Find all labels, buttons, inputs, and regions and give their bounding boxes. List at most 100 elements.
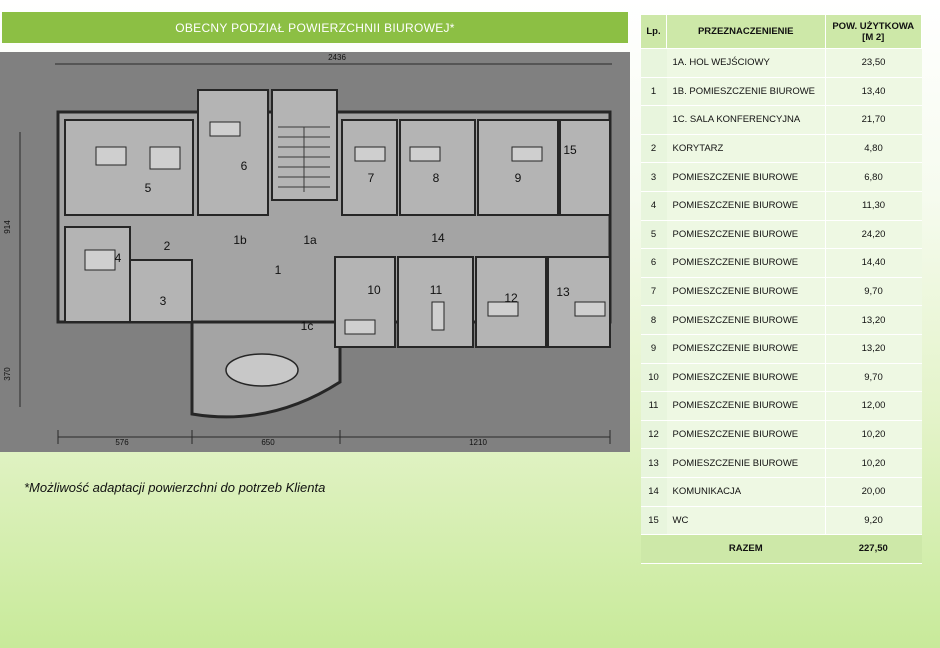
row-area: 14,40 (824, 248, 922, 278)
row-lp (640, 48, 667, 78)
row-lp: 8 (640, 305, 667, 335)
table-row: 1A. HOL WEJŚCIOWY 23,50 (640, 48, 922, 78)
table-row: 7 POMIESZCZENIE BIUROWE 9,70 (640, 276, 922, 307)
row-name: POMIESZCZENIE BIUROWE (666, 362, 825, 393)
room-label-2: 2 (164, 239, 171, 253)
conference-table (225, 353, 299, 387)
room-label-1b: 1b (233, 233, 247, 247)
table-row: 1C. SALA KONFERENCYJNA 21,70 (640, 105, 922, 135)
table-row: 14 KOMUNIKACJA 20,00 (640, 476, 922, 507)
floor-plan-drawing: 1 1a 1b 1c 2 3 4 5 6 7 8 9 10 11 12 13 1… (3, 53, 612, 447)
table-row: 13 POMIESZCZENIE BIUROWE 10,20 (640, 448, 922, 478)
row-area: 6,80 (824, 162, 922, 192)
row-area: 24,20 (824, 219, 922, 250)
row-area: 9,70 (824, 276, 922, 307)
table-row: 9 POMIESZCZENIE BIUROWE 13,20 (640, 333, 922, 364)
row-area: 20,00 (824, 476, 922, 507)
room-8 (399, 119, 476, 216)
plan-title: OBECNY PODZIAŁ POWIERZCHNII BIUROWEJ* (2, 12, 628, 43)
room-label-6: 6 (241, 159, 248, 173)
floor-plan: 1 1a 1b 1c 2 3 4 5 6 7 8 9 10 11 12 13 1… (0, 52, 630, 452)
room-label-10: 10 (367, 283, 381, 297)
row-lp: 1 (640, 76, 667, 107)
dimension-bottom-c: 1210 (469, 438, 487, 447)
row-name: 1A. HOL WEJŚCIOWY (666, 48, 825, 78)
header-area: POW. UŻYTKOWA [M 2] (824, 14, 922, 49)
row-lp: 5 (640, 219, 667, 250)
room-label-4: 4 (115, 251, 122, 265)
table-row: 4 POMIESZCZENIE BIUROWE 11,30 (640, 190, 922, 221)
dimension-left-lower: 370 (3, 367, 12, 381)
room-label-11: 11 (430, 283, 443, 297)
room-label-5: 5 (145, 181, 152, 195)
room-label-1: 1 (275, 263, 282, 277)
total-spacer (640, 534, 667, 564)
row-lp: 6 (640, 248, 667, 278)
room-label-15: 15 (563, 143, 577, 157)
row-area: 23,50 (824, 48, 922, 78)
row-name: POMIESZCZENIE BIUROWE (666, 248, 825, 278)
row-lp: 13 (640, 448, 667, 478)
footnote: *Możliwość adaptacji powierzchni do potr… (24, 480, 326, 495)
room-label-9: 9 (515, 171, 522, 185)
room-3 (129, 259, 193, 323)
room-label-1a: 1a (303, 233, 317, 247)
dimension-top: 2436 (328, 53, 346, 62)
row-name: POMIESZCZENIE BIUROWE (666, 162, 825, 192)
room-label-12: 12 (504, 291, 518, 305)
table-row: 3 POMIESZCZENIE BIUROWE 6,80 (640, 162, 922, 192)
total-area: 227,50 (825, 534, 922, 564)
row-lp: 7 (640, 276, 667, 307)
dimension-left-upper: 914 (3, 220, 12, 234)
row-area: 10,20 (824, 419, 922, 450)
table-row: 5 POMIESZCZENIE BIUROWE 24,20 (640, 219, 922, 250)
row-lp: 14 (640, 476, 667, 507)
row-area: 21,70 (824, 105, 922, 135)
row-name: POMIESZCZENIE BIUROWE (666, 391, 825, 421)
table-row: 11 POMIESZCZENIE BIUROWE 12,00 (640, 391, 922, 421)
row-lp: 15 (640, 505, 667, 536)
table-row: 1 1B. POMIESZCZENIE BIUROWE 13,40 (640, 76, 922, 107)
dimension-bottom-b: 650 (261, 438, 275, 447)
room-label-7: 7 (368, 171, 375, 185)
row-lp: 12 (640, 419, 667, 450)
room-label-14: 14 (431, 231, 445, 245)
total-label: RAZEM (666, 534, 825, 564)
row-lp (640, 105, 667, 135)
row-name: KOMUNIKACJA (666, 476, 825, 507)
row-area: 4,80 (824, 133, 922, 164)
row-area: 9,20 (824, 505, 922, 536)
header-lp: Lp. (640, 14, 667, 49)
row-name: POMIESZCZENIE BIUROWE (666, 219, 825, 250)
row-name: KORYTARZ (666, 133, 825, 164)
row-area: 13,20 (824, 305, 922, 335)
row-lp: 3 (640, 162, 667, 192)
table-row: 8 POMIESZCZENIE BIUROWE 13,20 (640, 305, 922, 335)
row-lp: 2 (640, 133, 667, 164)
row-name: POMIESZCZENIE BIUROWE (666, 333, 825, 364)
room-6 (197, 89, 269, 216)
row-name: POMIESZCZENIE BIUROWE (666, 276, 825, 307)
table-header-row: Lp. PRZEZNACZENIENIE POW. UŻYTKOWA [M 2] (640, 14, 922, 49)
row-area: 13,20 (824, 333, 922, 364)
room-label-3: 3 (160, 294, 167, 308)
room-7 (341, 119, 398, 216)
row-name: POMIESZCZENIE BIUROWE (666, 190, 825, 221)
table-row: 2 KORYTARZ 4,80 (640, 133, 922, 164)
room-label-1c: 1c (301, 319, 314, 333)
table-row: 6 POMIESZCZENIE BIUROWE 14,40 (640, 248, 922, 278)
table-row: 10 POMIESZCZENIE BIUROWE 9,70 (640, 362, 922, 393)
row-area: 10,20 (824, 448, 922, 478)
row-name: 1C. SALA KONFERENCYJNA (666, 105, 825, 135)
row-lp: 9 (640, 333, 667, 364)
room-15 (559, 119, 611, 216)
row-area: 13,40 (824, 76, 922, 107)
row-name: WC (666, 505, 825, 536)
row-lp: 11 (640, 391, 667, 421)
row-name: POMIESZCZENIE BIUROWE (666, 305, 825, 335)
row-area: 11,30 (824, 190, 922, 221)
room-4 (64, 226, 131, 323)
room-label-13: 13 (556, 285, 570, 299)
row-area: 9,70 (824, 362, 922, 393)
header-name: PRZEZNACZENIENIE (666, 14, 826, 49)
